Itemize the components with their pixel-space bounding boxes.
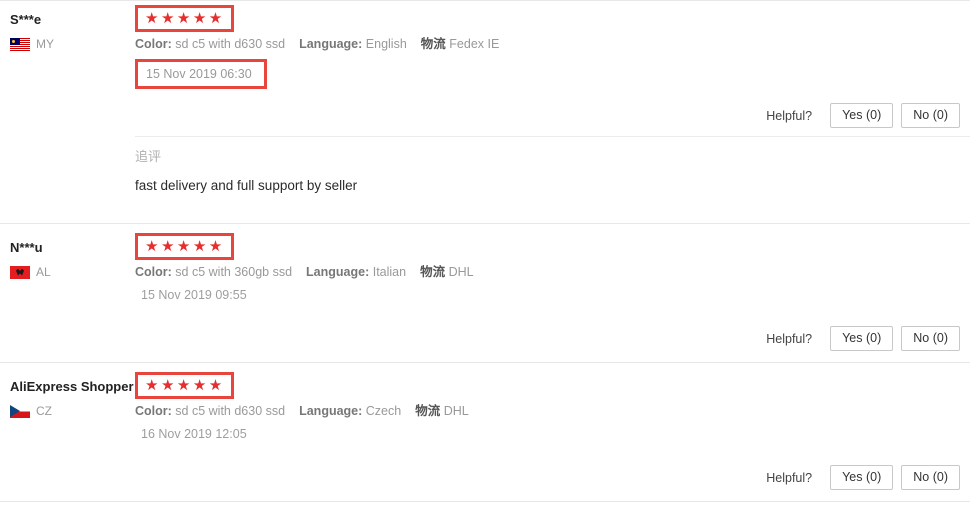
- logistics-label: 物流: [415, 404, 441, 418]
- review-username: N***u: [10, 240, 43, 255]
- rating-annotation-box: ★★★★★: [135, 371, 234, 399]
- followup-text: fast delivery and full support by seller: [135, 178, 358, 193]
- flag-albania-icon: [10, 265, 30, 279]
- review-username: AliExpress Shopper: [10, 379, 134, 394]
- review-date: 15 Nov 2019 09:55: [141, 288, 247, 302]
- country-code: MY: [36, 36, 54, 51]
- followup-label: 追评: [135, 149, 162, 164]
- country-code: CZ: [36, 403, 52, 418]
- star-rating-icon: ★★★★★: [145, 9, 225, 27]
- language-label: Language:: [299, 404, 363, 418]
- review-content-column: ★★★★★ Color: sd c5 with d630 ssd Language…: [135, 368, 970, 490]
- logistics-label: 物流: [420, 265, 446, 279]
- star-rating-icon: ★★★★★: [145, 376, 225, 394]
- star-rating-icon: ★★★★★: [145, 237, 225, 255]
- vote-no-button[interactable]: No (0): [901, 103, 960, 128]
- date-annotation-box: 15 Nov 2019 06:30: [135, 59, 267, 89]
- vote-yes-button[interactable]: Yes (0): [830, 465, 894, 490]
- review-date: 16 Nov 2019 12:05: [141, 427, 247, 441]
- review-country: CZ: [10, 404, 135, 418]
- language-label: Language:: [299, 37, 363, 51]
- review-user-column: AliExpress Shopper CZ: [0, 368, 135, 418]
- color-label: Color:: [135, 265, 172, 279]
- rating-annotation-box: ★★★★★: [135, 4, 234, 32]
- vote-no-button[interactable]: No (0): [901, 465, 960, 490]
- color-label: Color:: [135, 404, 172, 418]
- color-value: sd c5 with d630 ssd: [175, 404, 286, 418]
- review-country: MY: [10, 37, 135, 51]
- review-user-column: S***e MY: [0, 1, 135, 51]
- helpful-row: Helpful? Yes (0) No (0): [135, 465, 970, 490]
- followup-review-section: 追评 fast delivery and full support by sel…: [135, 136, 970, 199]
- helpful-label: Helpful?: [766, 470, 813, 485]
- logistics-value: DHL: [443, 404, 469, 418]
- review-username: S***e: [10, 12, 42, 27]
- language-label: Language:: [306, 265, 370, 279]
- language-value: Italian: [372, 265, 407, 279]
- review-date-row: 15 Nov 2019 09:55: [135, 287, 970, 303]
- review-content-column: ★★★★★ Color: sd c5 with d630 ssd Language…: [135, 1, 970, 128]
- review-user-column: N***u AL: [0, 229, 135, 279]
- rating-annotation-box: ★★★★★: [135, 232, 234, 260]
- review-meta-row: Color: sd c5 with d630 ssd Language: Engl…: [135, 36, 970, 52]
- review-meta-row: Color: sd c5 with 360gb ssd Language: Ita…: [135, 264, 970, 280]
- vote-no-button[interactable]: No (0): [901, 326, 960, 351]
- helpful-label: Helpful?: [766, 331, 813, 346]
- review-item: N***u AL ★★★★★ Color: sd c5 with 360gb s…: [0, 224, 970, 362]
- language-value: Czech: [365, 404, 402, 418]
- review-item: AliExpress Shopper CZ ★★★★★ Color: sd c5…: [0, 363, 970, 501]
- review-rating-row: ★★★★★: [135, 4, 970, 32]
- review-date-row: 15 Nov 2019 06:30: [135, 59, 970, 89]
- flag-czech-icon: [10, 404, 30, 418]
- language-value: English: [365, 37, 407, 51]
- review-rating-row: ★★★★★: [135, 371, 970, 399]
- helpful-row: Helpful? Yes (0) No (0): [135, 326, 970, 351]
- color-value: sd c5 with 360gb ssd: [175, 265, 293, 279]
- country-code: AL: [36, 264, 51, 279]
- review-country: AL: [10, 265, 135, 279]
- helpful-row: Helpful? Yes (0) No (0): [135, 103, 970, 128]
- helpful-label: Helpful?: [766, 108, 813, 123]
- logistics-value: Fedex IE: [449, 37, 500, 51]
- review-date: 15 Nov 2019 06:30: [146, 67, 252, 81]
- logistics-value: DHL: [448, 265, 474, 279]
- review-rating-row: ★★★★★: [135, 232, 970, 260]
- logistics-label: 物流: [420, 37, 446, 51]
- review-meta-row: Color: sd c5 with d630 ssd Language: Czec…: [135, 403, 970, 419]
- list-bottom-divider: [0, 501, 970, 502]
- vote-yes-button[interactable]: Yes (0): [830, 326, 894, 351]
- vote-yes-button[interactable]: Yes (0): [830, 103, 894, 128]
- color-label: Color:: [135, 37, 172, 51]
- review-date-row: 16 Nov 2019 12:05: [135, 426, 970, 442]
- flag-malaysia-icon: [10, 37, 30, 51]
- review-content-column: ★★★★★ Color: sd c5 with 360gb ssd Languag…: [135, 229, 970, 351]
- review-item: S***e MY ★★★★★ Color: sd c5 with d630 ss…: [0, 1, 970, 136]
- reviews-list: S***e MY ★★★★★ Color: sd c5 with d630 ss…: [0, 0, 970, 502]
- color-value: sd c5 with d630 ssd: [175, 37, 286, 51]
